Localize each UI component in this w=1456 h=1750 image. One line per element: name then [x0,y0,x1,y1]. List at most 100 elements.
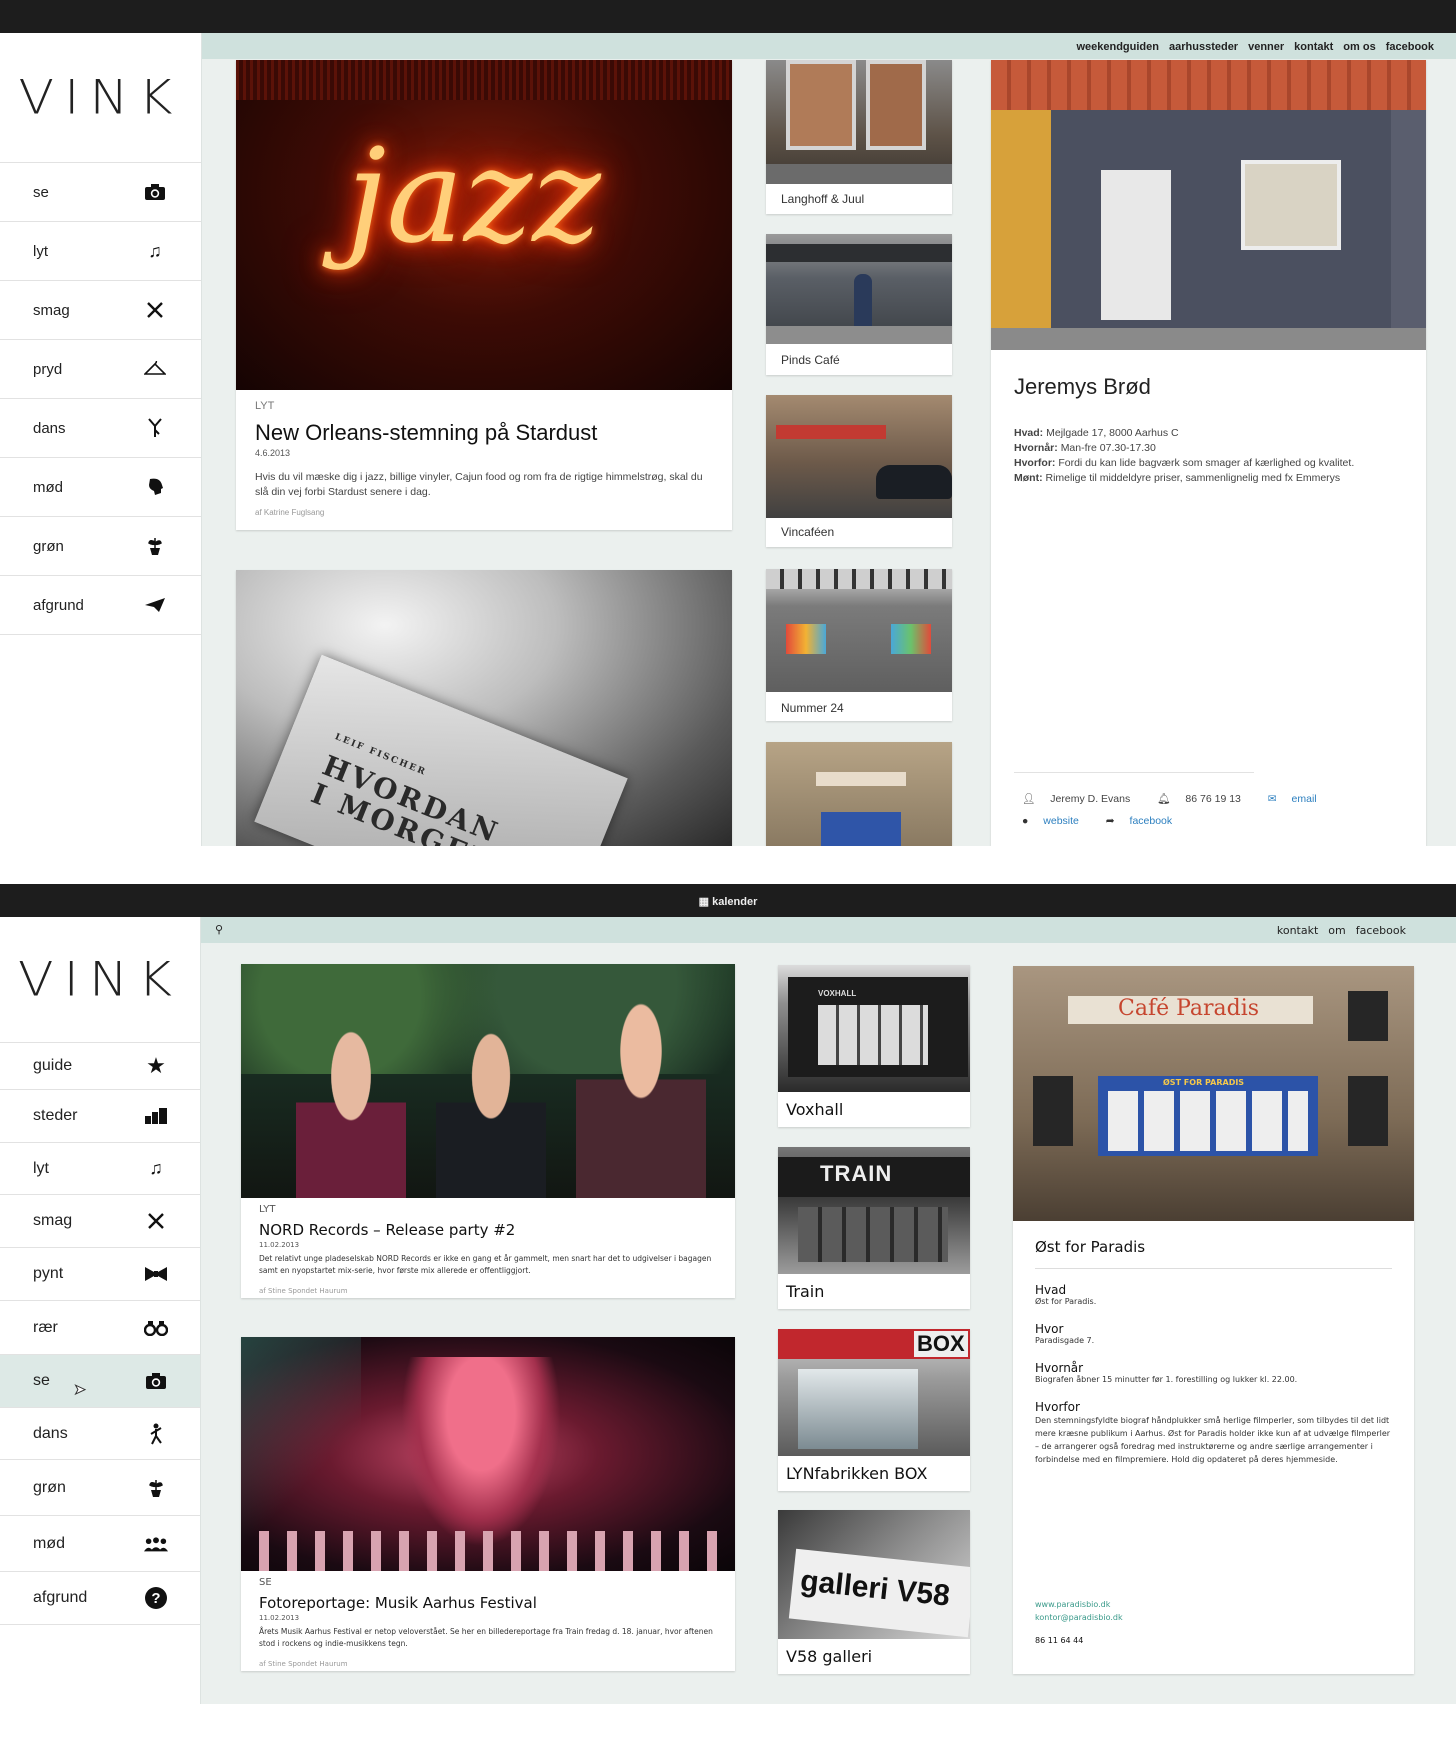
logo[interactable]: VINK [0,917,200,1043]
thumb-card-train[interactable]: TRAIN Train [778,1147,970,1309]
email-link[interactable]: kontor@paradisbio.dk [1035,1611,1123,1624]
detail-hvad: Hvad: Mejlgade 17, 8000 Aarhus C [1014,427,1179,439]
thumb-card-langhoff[interactable]: Langhoff & Juul [766,60,952,214]
camera-icon [144,1369,168,1393]
search-icon[interactable]: ⚲ [215,923,223,936]
nav-label: steder [33,1107,78,1124]
logo[interactable]: VINK [0,33,201,163]
link-aarhussteder[interactable]: aarhussteder [1169,41,1238,53]
place-detail-panel: Jeremys Brød Hvad: Mejlgade 17, 8000 Aar… [991,60,1426,846]
book-photo-card[interactable]: LEIF FISCHER HVORDAN I MORGEN? [236,570,732,846]
nav-label: pryd [33,360,63,378]
jazz-neon-photo: jazz [236,60,732,390]
cinema-sign: Café Paradis [1118,996,1260,1021]
nav-item-lyt[interactable]: lyt ♫ [0,222,201,281]
link-weekendguiden[interactable]: weekendguiden [1076,41,1159,53]
nav-item-pryd[interactable]: pryd [0,340,201,399]
nav-item-se[interactable]: se [0,163,201,222]
article-category: LYT [259,1204,276,1215]
nav-label: mød [33,478,63,496]
detail-hvor: Paradisgade 7. [1035,1336,1095,1345]
nav-item-groen[interactable]: grøn [0,1460,200,1516]
screenshot-2: ▦ kalender VINK guide ★ steder lyt ♫ smag … [0,884,1456,1704]
dancer-icon [143,416,167,440]
contact-facebook[interactable]: ➦ facebook [1106,815,1184,827]
top-links-bar: weekendguiden aarhussteder venner kontak… [202,33,1456,59]
thumb-caption: LYNfabrikken BOX [786,1464,928,1483]
detail-label-hvorfor: Hvorfor [1035,1400,1080,1414]
contact-email[interactable]: ✉ email [1268,793,1329,805]
nav-label: afgrund [33,596,84,614]
shop-photo [766,742,952,846]
nav-item-se[interactable]: se ➤ [0,1355,200,1408]
plant-icon [143,534,167,558]
link-kontakt[interactable]: kontakt [1277,924,1318,937]
plant-icon [144,1476,168,1500]
screenshot-1: VINK se lyt ♫ smag pryd dans mød grøn af… [0,0,1456,846]
nav-item-smag[interactable]: smag [0,1195,200,1248]
detail-hvorfor: Hvorfor: Fordi du kan lide bagværk som s… [1014,457,1355,469]
nav-item-groen[interactable]: grøn [0,517,201,576]
face-icon [143,475,167,499]
venue-photo: galleri V58 [778,1510,970,1639]
article-title[interactable]: New Orleans-stemning på Stardust [255,420,713,446]
nav-label: pynt [33,1265,64,1282]
sidebar: VINK guide ★ steder lyt ♫ smag pynt rær se… [0,917,201,1704]
cutlery-icon [143,298,167,322]
calendar-link[interactable]: ▦ kalender [0,895,1456,908]
nav-item-moed[interactable]: mød [0,458,201,517]
nav-label: afgrund [33,1589,88,1606]
binoculars-icon [144,1316,168,1340]
nav-label: rær [33,1318,58,1336]
article-author: af Stine Spondet Haurum [259,1660,348,1668]
nav-item-steder[interactable]: steder [0,1090,200,1143]
thumb-card-pinds[interactable]: Pinds Café [766,234,952,375]
link-om-os[interactable]: om os [1343,41,1375,53]
article-title[interactable]: Fotoreportage: Musik Aarhus Festival [259,1594,717,1612]
nav-item-afgrund[interactable]: afgrund [0,576,201,635]
feature-article-card[interactable]: jazz LYT New Orleans-stemning på Stardus… [236,60,732,530]
nav-item-afgrund[interactable]: afgrund? [0,1572,200,1625]
venue-photo: BOX [778,1329,970,1456]
thumb-card-cafe-paradis[interactable] [766,742,952,846]
music-note-icon: ♫ [148,240,162,261]
calendar-icon: ▦ [698,896,710,908]
thumb-caption: Train [786,1282,825,1301]
nav-item-guide[interactable]: guide ★ [0,1043,200,1090]
article-card-nord[interactable]: LYT NORD Records – Release party #2 11.0… [241,964,735,1298]
nav-label: dans [33,419,66,437]
thumb-card-vincafeen[interactable]: Vincaféen [766,395,952,547]
link-venner[interactable]: venner [1248,41,1284,53]
link-kontakt[interactable]: kontakt [1294,41,1333,53]
nav-label: se [33,183,49,201]
detail-hvorfor: Den stemningsfyldte biograf håndplukker … [1035,1416,1391,1464]
envelope-icon: ✉ [1267,793,1277,805]
thumb-card-v58[interactable]: galleri V58 V58 galleri [778,1510,970,1674]
nav-item-raer[interactable]: rær [0,1301,200,1355]
star-icon: ★ [146,1053,166,1078]
article-title[interactable]: NORD Records – Release party #2 [259,1221,717,1239]
website-link[interactable]: www.paradisbio.dk [1035,1598,1123,1611]
contact-website[interactable]: ● website [1022,815,1091,827]
article-card-festival[interactable]: SE Fotoreportage: Musik Aarhus Festival … [241,1337,735,1671]
thumb-caption: Pinds Café [781,353,840,367]
nav-item-lyt[interactable]: lyt ♫ [0,1143,200,1195]
link-facebook[interactable]: facebook [1386,41,1434,53]
thumb-card-voxhall[interactable]: VOXHALL Voxhall [778,965,970,1127]
nav-item-dans[interactable]: dans [0,399,201,458]
nav-item-smag[interactable]: smag [0,281,201,340]
link-om[interactable]: om [1328,924,1345,937]
nav-item-dans[interactable]: dans [0,1408,200,1460]
thumb-card-box[interactable]: BOX LYNfabrikken BOX [778,1329,970,1491]
nav-item-moed[interactable]: mød [0,1516,200,1572]
nav-item-pynt[interactable]: pynt [0,1248,200,1301]
article-category: SE [259,1577,272,1588]
link-facebook[interactable]: facebook [1356,924,1406,937]
thumb-card-nummer24[interactable]: Nummer 24 [766,569,952,721]
venue-photo: VOXHALL [778,965,970,1092]
detail-hvad: Øst for Paradis. [1035,1297,1097,1306]
festival-photo [241,1337,735,1571]
thumb-caption: V58 galleri [786,1647,873,1666]
article-date: 4.6.2013 [255,448,291,458]
venue-photo: TRAIN [778,1147,970,1274]
